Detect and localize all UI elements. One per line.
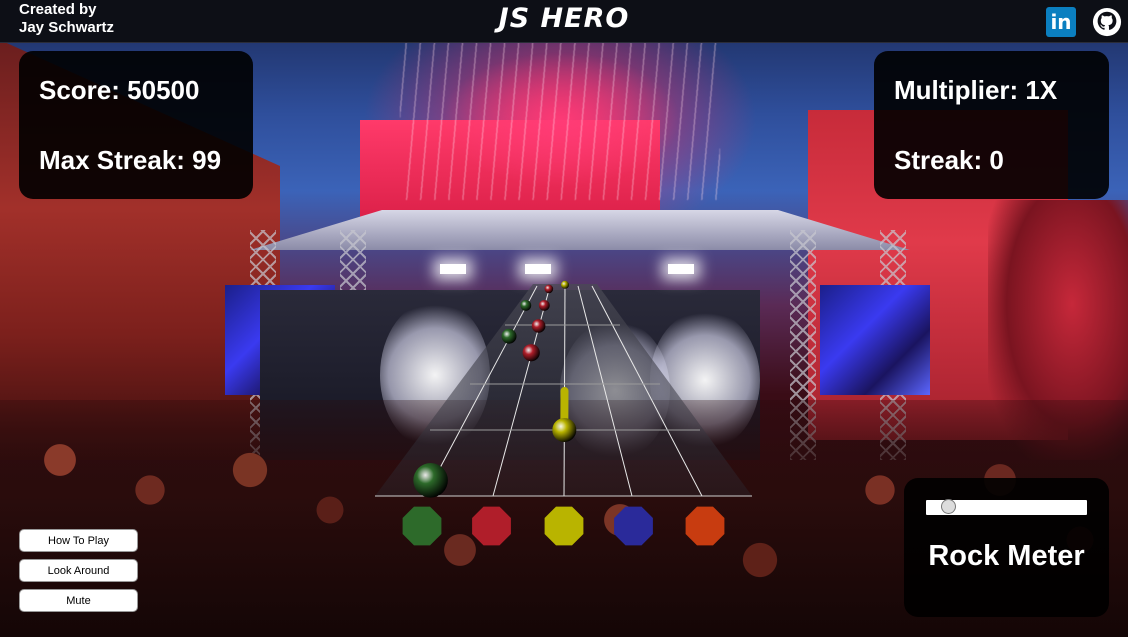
rock-meter-indicator xyxy=(940,499,956,514)
rock-meter-label: Rock Meter xyxy=(928,540,1085,572)
score-panel: Score: 50500 Max Streak: 99 xyxy=(19,51,253,199)
multiplier: Multiplier: 1X xyxy=(894,75,1058,105)
note-red xyxy=(522,344,540,362)
rock-meter-track xyxy=(926,499,1087,515)
fret-blue[interactable] xyxy=(614,506,653,546)
look-around-button[interactable]: Look Around xyxy=(19,559,138,582)
game-title: JS HERO xyxy=(498,3,630,34)
note-red xyxy=(531,319,546,333)
how-to-play-button[interactable]: How To Play xyxy=(19,529,138,552)
fret-yellow[interactable] xyxy=(544,506,584,546)
linkedin-icon[interactable]: in xyxy=(1046,7,1076,37)
streak: Streak: 0 xyxy=(894,145,1004,175)
note-yellow xyxy=(552,418,577,442)
github-icon[interactable] xyxy=(1092,7,1122,37)
fret-green[interactable] xyxy=(402,506,442,546)
note-yellow xyxy=(561,280,569,289)
fret-red[interactable] xyxy=(472,506,511,546)
multiplier-panel: Multiplier: 1X Streak: 0 xyxy=(874,51,1109,199)
rock-meter-panel: Rock Meter xyxy=(904,478,1109,617)
note-red xyxy=(538,299,550,311)
note-green xyxy=(501,328,517,344)
note-red xyxy=(544,284,554,294)
top-bar: Created by Jay Schwartz JS HERO in xyxy=(0,0,1128,43)
fret-orange[interactable] xyxy=(685,506,725,546)
score: Score: 50500 xyxy=(39,75,200,105)
note-green xyxy=(413,463,448,498)
mute-button[interactable]: Mute xyxy=(19,589,138,612)
note-green xyxy=(520,299,532,311)
max-streak: Max Streak: 99 xyxy=(39,145,222,175)
